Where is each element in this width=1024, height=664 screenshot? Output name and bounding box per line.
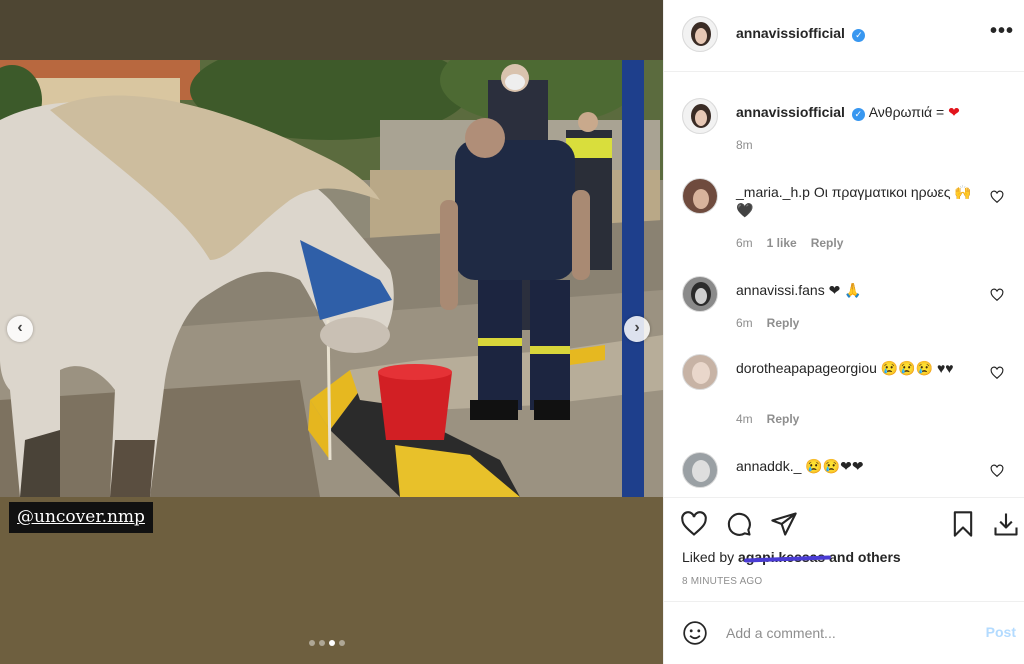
like-comment-icon[interactable] xyxy=(990,366,1004,380)
avatar[interactable] xyxy=(682,16,718,52)
comment-meta: 4m Reply xyxy=(736,412,799,426)
avatar[interactable] xyxy=(682,98,718,134)
comment-username[interactable]: dorotheapapageorgiou xyxy=(736,360,877,376)
header-username-row: annavissiofficial ✓ xyxy=(736,25,866,43)
like-comment-icon[interactable] xyxy=(990,190,1004,204)
reply-button[interactable]: Reply xyxy=(811,236,844,250)
carousel-indicator xyxy=(309,640,345,646)
emoji-smiley-icon[interactable] xyxy=(682,620,708,646)
like-comment-icon[interactable] xyxy=(990,464,1004,478)
add-comment-bar: Post xyxy=(664,601,1024,664)
comment-text: dorotheapapageorgiou 😢😢😢 ♥♥ xyxy=(736,359,986,377)
comment-text: _maria._h.p Οι πραγματικοι ηρωες 🙌 🖤 xyxy=(736,183,986,219)
caption-meta: 8m xyxy=(736,138,753,152)
more-dots-icon: ••• xyxy=(989,20,1014,42)
reply-button[interactable]: Reply xyxy=(767,316,800,330)
avatar-image xyxy=(683,453,717,487)
comment-input[interactable] xyxy=(726,622,946,644)
comment-username[interactable]: annavissi.fans xyxy=(736,282,825,298)
post-sidebar: annavissiofficial ✓ ••• annavissiofficia… xyxy=(663,0,1024,664)
comment-meta: 6m Reply xyxy=(736,316,799,330)
liked-by-prefix: Liked by xyxy=(682,549,739,565)
caption-time: 8m xyxy=(736,138,753,152)
avatar-image xyxy=(683,277,717,311)
liked-by-line: Liked by agapi.kessas and others xyxy=(682,549,901,565)
caption-username[interactable]: annavissiofficial xyxy=(736,104,845,120)
comment-emoji: 😢😢😢 ♥♥ xyxy=(880,360,954,376)
like-heart-icon[interactable] xyxy=(680,510,708,538)
media-top-band xyxy=(0,0,663,60)
verified-badge-icon: ✓ xyxy=(851,108,865,121)
story-mention-tag: @uncover.nmp xyxy=(9,502,153,533)
avatar[interactable] xyxy=(682,354,718,390)
comment-username[interactable]: _maria._h.p xyxy=(736,184,810,200)
avatar[interactable] xyxy=(682,178,718,214)
comment-text: annaddk._ 😢😢❤❤ xyxy=(736,457,986,475)
avatar-image xyxy=(683,355,717,389)
post-media: @uncover.nmp ‹ › xyxy=(0,0,663,664)
download-icon[interactable] xyxy=(992,510,1020,538)
comment-time: 6m xyxy=(736,236,753,250)
carousel-dot xyxy=(319,640,325,646)
avatar[interactable] xyxy=(682,452,718,488)
more-options-button[interactable]: ••• xyxy=(988,20,1016,48)
liked-by-others[interactable]: and others xyxy=(825,549,901,565)
post-comment-button[interactable]: Post xyxy=(986,624,1016,640)
comment-time: 6m xyxy=(736,316,753,330)
avatar-image xyxy=(683,17,717,51)
carousel-dot xyxy=(309,640,315,646)
post-actions: Liked by agapi.kessas and others 8 MINUT… xyxy=(664,497,1024,601)
header-username[interactable]: annavissiofficial xyxy=(736,25,845,41)
post-timestamp[interactable]: 8 MINUTES AGO xyxy=(682,576,762,587)
carousel-next-button[interactable]: › xyxy=(624,316,650,342)
heart-emoji: ❤ xyxy=(948,104,960,120)
comment-text: annavissi.fans ❤ 🙏 xyxy=(736,281,986,299)
carousel-dot xyxy=(329,640,335,646)
share-send-icon[interactable] xyxy=(770,510,798,538)
caption-body: Ανθρωπιά = xyxy=(868,104,945,120)
save-bookmark-icon[interactable] xyxy=(949,510,977,538)
comment-emoji: ❤ 🙏 xyxy=(828,282,862,298)
carousel-prev-button[interactable]: ‹ xyxy=(7,316,33,342)
caption-text: annavissiofficial ✓ Ανθρωπιά = ❤ xyxy=(736,103,986,121)
comments-list[interactable]: annavissiofficial ✓ Ανθρωπιά = ❤ 8m _mar… xyxy=(664,73,1024,497)
comment-time: 4m xyxy=(736,412,753,426)
like-comment-icon[interactable] xyxy=(990,288,1004,302)
post-photo[interactable] xyxy=(0,60,663,497)
comment-username[interactable]: annaddk._ xyxy=(736,458,801,474)
post-header: annavissiofficial ✓ ••• xyxy=(664,0,1024,72)
avatar-image xyxy=(683,179,717,213)
comment-meta: 6m 1 like Reply xyxy=(736,236,843,250)
comment-emoji: 😢😢❤❤ xyxy=(805,458,864,474)
reply-button[interactable]: Reply xyxy=(767,412,800,426)
verified-badge-icon: ✓ xyxy=(852,29,866,42)
photo-illustration xyxy=(0,60,663,497)
comment-bubble-icon[interactable] xyxy=(725,510,753,538)
avatar-image xyxy=(683,99,717,133)
avatar[interactable] xyxy=(682,276,718,312)
liked-by-user[interactable]: agapi.kessas xyxy=(738,549,825,565)
chevron-right-icon: › xyxy=(634,319,640,336)
comment-body: Οι πραγματικοι ηρωες xyxy=(813,184,951,200)
carousel-dot xyxy=(339,640,345,646)
comment-likes[interactable]: 1 like xyxy=(767,236,797,250)
chevron-left-icon: ‹ xyxy=(17,319,23,336)
